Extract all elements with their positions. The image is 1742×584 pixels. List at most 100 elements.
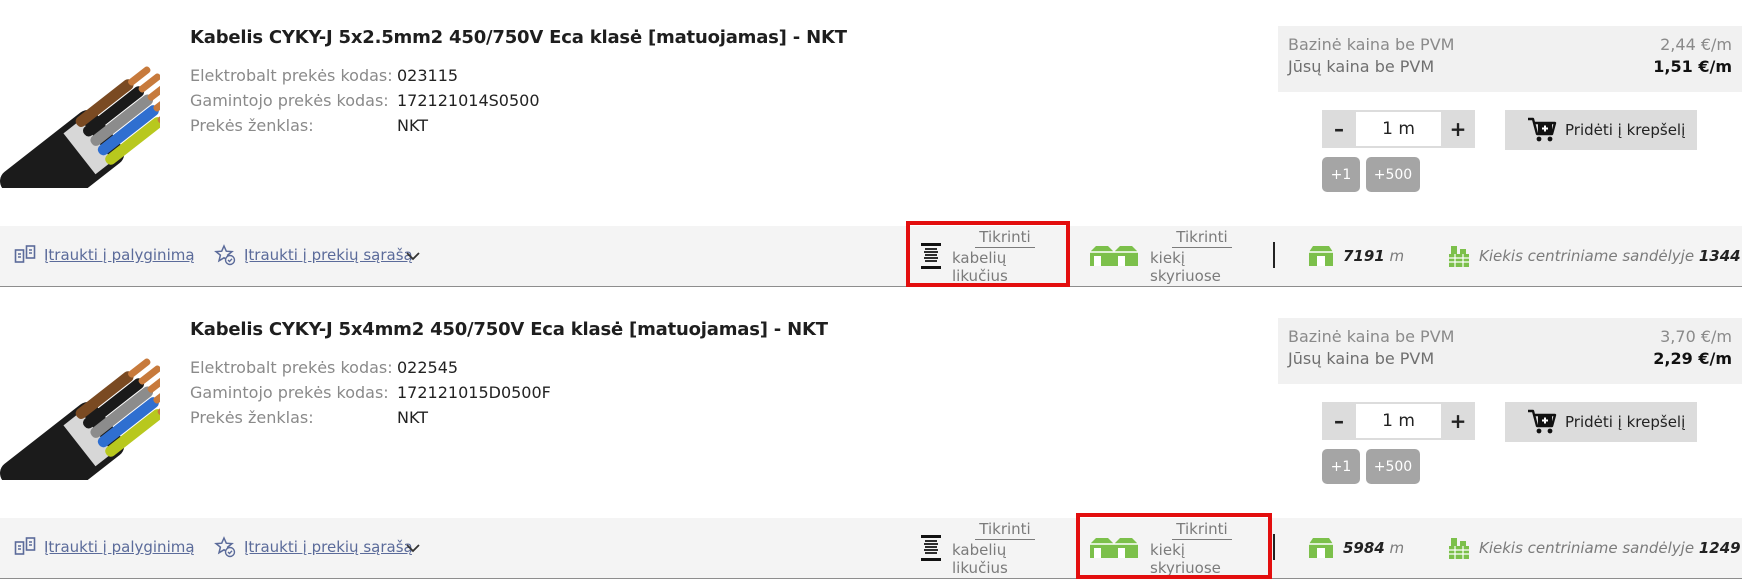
cart-plus-icon xyxy=(1528,409,1557,434)
add-500-button[interactable]: +500 xyxy=(1366,157,1420,192)
product-attributes: Elektrobalt prekės kodas: 022545 Gaminto… xyxy=(190,355,551,430)
base-price-row: Bazinė kaina be PVM 2,44 €/m xyxy=(1288,35,1732,54)
check-branch-bottom-label: kiekį skyriuose xyxy=(1150,248,1221,285)
add-to-cart-label: Pridėti į krepšelį xyxy=(1565,413,1686,431)
check-branch-top-label: Tikrinti xyxy=(1172,520,1232,540)
attribute-row: Elektrobalt prekės kodas: 023115 xyxy=(190,63,540,88)
central-stock-label: Kiekis centriniame sandėlyje xyxy=(1479,539,1695,557)
attribute-value: 022545 xyxy=(397,358,459,377)
product-card: Kabelis CYKY-J 5x2.5mm2 450/750V Eca kla… xyxy=(0,0,1742,292)
base-price-row: Bazinė kaina be PVM 3,70 €/m xyxy=(1288,327,1732,346)
star-list-icon xyxy=(214,244,236,266)
add-to-cart-button[interactable]: Pridėti į krepšelį xyxy=(1505,110,1697,150)
your-price-row: Jūsų kaina be PVM 1,51 €/m xyxy=(1288,57,1732,76)
compare-icon xyxy=(14,537,36,555)
attribute-value: NKT xyxy=(397,408,428,427)
check-cable-top-label: Tikrinti xyxy=(975,228,1035,248)
attribute-label: Gamintojo prekės kodas: xyxy=(190,383,389,402)
attribute-row: Prekės ženklas: NKT xyxy=(190,405,551,430)
add-500-button[interactable]: +500 xyxy=(1366,449,1420,484)
quantity-input[interactable]: 1 m xyxy=(1356,404,1441,438)
your-price-value: 1,51 €/m xyxy=(1653,57,1732,76)
check-cable-top-label: Tikrinti xyxy=(975,520,1035,540)
add-to-wishlist-link[interactable]: Įtraukti į prekių sąrašą xyxy=(214,244,413,266)
check-cable-bottom-label: kabelių likučius xyxy=(952,540,1008,577)
branches-icon xyxy=(1090,538,1138,558)
divider xyxy=(1273,534,1275,560)
attribute-row: Gamintojo prekės kodas: 172121015D0500F xyxy=(190,380,551,405)
local-stock-value: 7191 xyxy=(1343,247,1385,265)
attribute-label: Gamintojo prekės kodas: xyxy=(190,91,389,110)
attribute-label: Elektrobalt prekės kodas: xyxy=(190,66,393,85)
wishlist-label: Įtraukti į prekių sąrašą xyxy=(244,538,413,556)
attribute-value: NKT xyxy=(397,116,428,135)
add-1-button[interactable]: +1 xyxy=(1322,157,1360,192)
local-stock-value: 5984 xyxy=(1343,539,1385,557)
add-to-cart-button[interactable]: Pridėti į krepšelį xyxy=(1505,402,1697,442)
attribute-label: Elektrobalt prekės kodas: xyxy=(190,358,393,377)
quantity-decrease-button[interactable]: – xyxy=(1322,110,1356,148)
chevron-down-icon[interactable] xyxy=(403,538,423,558)
chevron-down-icon[interactable] xyxy=(403,246,423,266)
cable-photo[interactable] xyxy=(0,322,160,480)
your-price-row: Jūsų kaina be PVM 2,29 €/m xyxy=(1288,349,1732,368)
attribute-label: Prekės ženklas: xyxy=(190,408,314,427)
quantity-stepper: – 1 m + xyxy=(1322,110,1475,148)
cable-drum-icon xyxy=(921,535,941,561)
check-cable-stock-button[interactable]: Tikrinti kabelių likučius xyxy=(920,226,1058,286)
attribute-label: Prekės ženklas: xyxy=(190,116,314,135)
product-title[interactable]: Kabelis CYKY-J 5x4mm2 450/750V Eca klasė… xyxy=(190,319,828,340)
add-to-compare-link[interactable]: Įtraukti į palyginimą xyxy=(14,244,195,266)
local-stock-unit: m xyxy=(1389,247,1405,265)
product-action-bar: Įtraukti į palyginimą Įtraukti į prekių … xyxy=(0,513,1742,579)
check-cable-bottom-label: kabelių likučius xyxy=(952,248,1008,285)
product-card: Kabelis CYKY-J 5x4mm2 450/750V Eca klasė… xyxy=(0,292,1742,584)
attribute-row: Elektrobalt prekės kodas: 022545 xyxy=(190,355,551,380)
price-box: Bazinė kaina be PVM 3,70 €/m Jūsų kaina … xyxy=(1278,318,1742,384)
central-stock-value: 1249 xyxy=(1698,539,1741,557)
your-price-label: Jūsų kaina be PVM xyxy=(1288,57,1435,76)
check-branch-stock-text: Tikrinti kiekį skyriuose xyxy=(1150,228,1254,285)
check-branch-stock-button[interactable]: Tikrinti kiekį skyriuose xyxy=(1088,518,1254,578)
central-stock: Kiekis centriniame sandėlyje 1344 m xyxy=(1447,226,1742,286)
central-stock-label: Kiekis centriniame sandėlyje xyxy=(1479,247,1695,265)
add-to-wishlist-link[interactable]: Įtraukti į prekių sąrašą xyxy=(214,536,413,558)
check-cable-stock-button[interactable]: Tikrinti kabelių likučius xyxy=(920,518,1058,578)
attribute-value: 172121014S0500 xyxy=(397,91,540,110)
star-list-icon xyxy=(214,536,236,558)
cart-plus-icon xyxy=(1528,117,1557,142)
local-stock: 5984 m xyxy=(1308,518,1404,578)
quantity-increase-button[interactable]: + xyxy=(1441,402,1475,440)
check-cable-stock-text: Tikrinti kabelių likučius xyxy=(952,520,1058,577)
add-1-button[interactable]: +1 xyxy=(1322,449,1360,484)
cable-drum-icon xyxy=(921,243,941,269)
warehouse-icon xyxy=(1449,538,1469,559)
attribute-value: 023115 xyxy=(397,66,459,85)
central-stock-value: 1344 xyxy=(1698,247,1741,265)
warehouse-icon xyxy=(1449,246,1469,267)
store-icon xyxy=(1309,538,1333,558)
quantity-decrease-button[interactable]: – xyxy=(1322,402,1356,440)
base-price-value: 3,70 €/m xyxy=(1660,327,1732,346)
base-price-value: 2,44 €/m xyxy=(1660,35,1732,54)
central-stock: Kiekis centriniame sandėlyje 1249 m xyxy=(1447,518,1742,578)
cable-photo[interactable] xyxy=(0,30,160,188)
check-branch-stock-button[interactable]: Tikrinti kiekį skyriuose xyxy=(1088,226,1254,286)
local-stock: 7191 m xyxy=(1308,226,1404,286)
add-to-compare-link[interactable]: Įtraukti į palyginimą xyxy=(14,536,195,558)
divider xyxy=(1273,242,1275,268)
branches-icon xyxy=(1090,246,1138,266)
your-price-label: Jūsų kaina be PVM xyxy=(1288,349,1435,368)
attribute-value: 172121015D0500F xyxy=(397,383,551,402)
quantity-increase-button[interactable]: + xyxy=(1441,110,1475,148)
base-price-label: Bazinė kaina be PVM xyxy=(1288,35,1455,54)
local-stock-unit: m xyxy=(1389,539,1405,557)
product-title[interactable]: Kabelis CYKY-J 5x2.5mm2 450/750V Eca kla… xyxy=(190,27,847,48)
compare-icon xyxy=(14,245,36,263)
attribute-row: Prekės ženklas: NKT xyxy=(190,113,540,138)
quantity-input[interactable]: 1 m xyxy=(1356,112,1441,146)
add-to-cart-label: Pridėti į krepšelį xyxy=(1565,121,1686,139)
store-icon xyxy=(1309,246,1333,266)
check-cable-stock-text: Tikrinti kabelių likučius xyxy=(952,228,1058,285)
price-box: Bazinė kaina be PVM 2,44 €/m Jūsų kaina … xyxy=(1278,26,1742,92)
